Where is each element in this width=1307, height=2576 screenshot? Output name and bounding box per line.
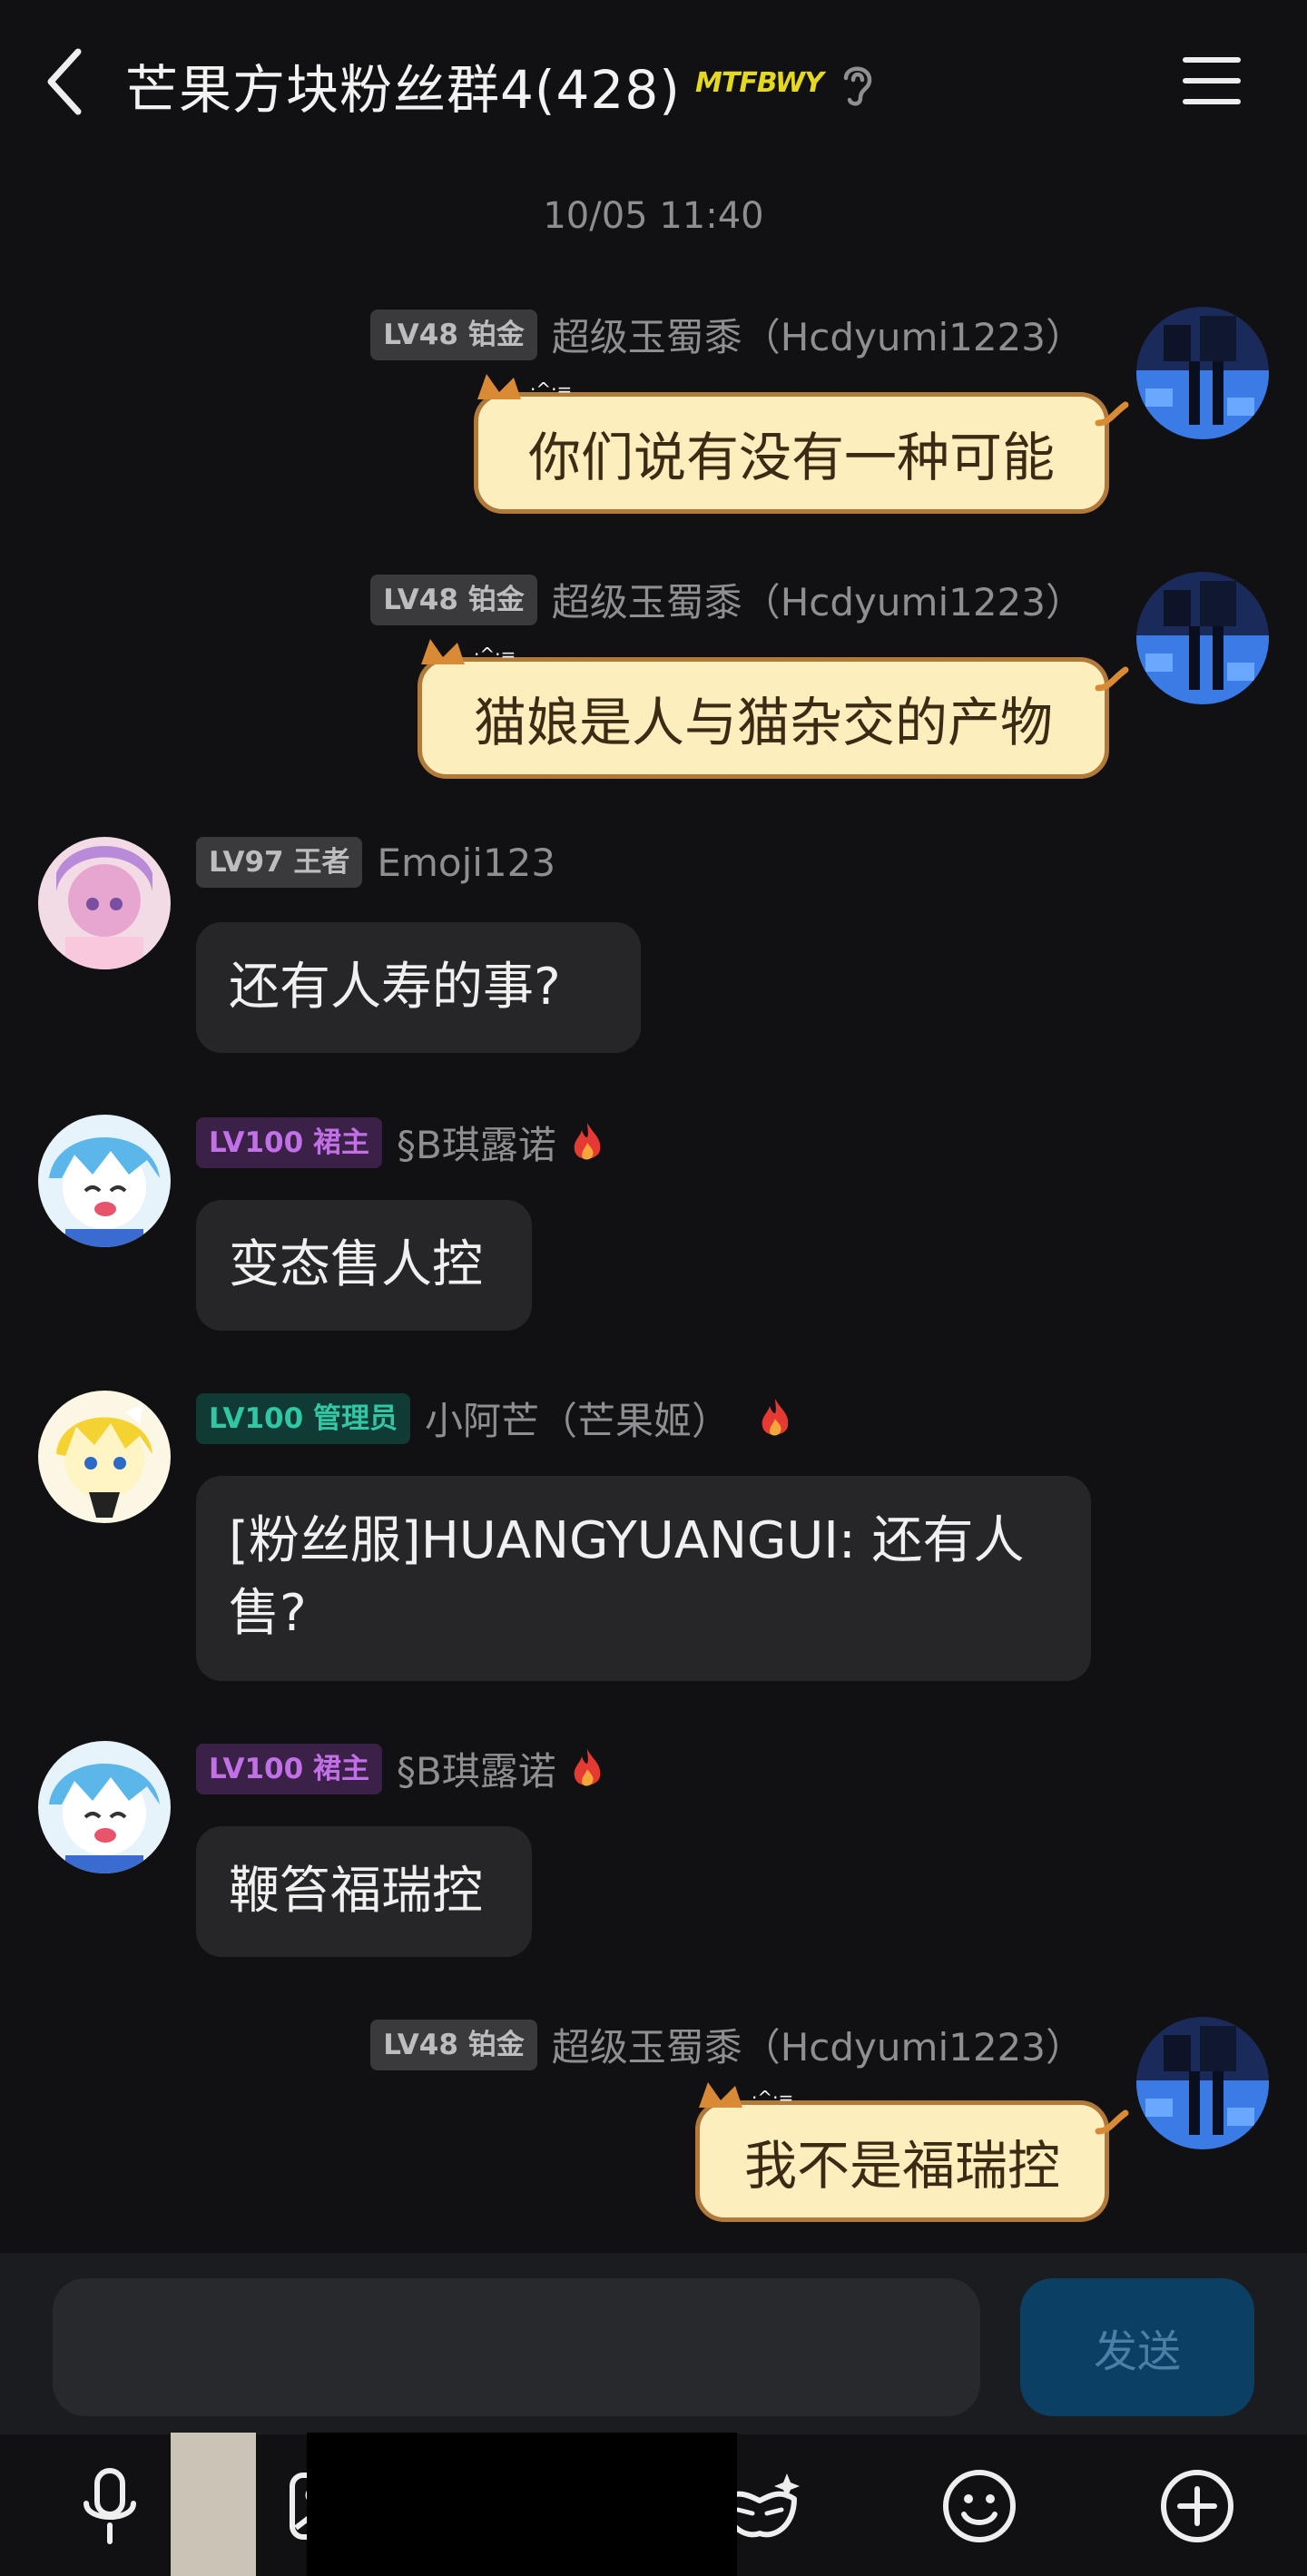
level-badge: LV48 铂金: [370, 309, 537, 360]
sender-name[interactable]: 超级玉蜀黍（Hcdyumi1223）: [552, 2017, 1084, 2072]
message-header: LV48 铂金 超级玉蜀黍（Hcdyumi1223）: [370, 2017, 1084, 2072]
message-input[interactable]: [53, 2278, 980, 2416]
message-header: LV100 裙主 §B琪露诺: [196, 1115, 605, 1170]
message-timestamp: 10/05 11:40: [543, 195, 764, 237]
message-text: 你们说有没有一种可能: [527, 427, 1055, 488]
level-badge: LV100 裙主: [196, 1743, 382, 1794]
overlay-strip: [171, 2433, 256, 2576]
message-text: 我不是福瑞控: [743, 2135, 1060, 2197]
redaction-block: [307, 2433, 737, 2576]
sender-name[interactable]: 小阿芒（芒果姬）: [425, 1391, 730, 1446]
page-title[interactable]: 芒果方块粉丝群4(428): [125, 47, 681, 123]
avatar[interactable]: [1136, 2017, 1269, 2149]
message-text: [粉丝服]HUANGYUANGUI: 还有人售?: [229, 1511, 1025, 1643]
message-header: LV97 王者 Emoji123: [196, 837, 555, 888]
back-button[interactable]: [36, 41, 100, 123]
message-bubble[interactable]: 鞭笞福瑞控: [196, 1826, 532, 1957]
message-text: 猫娘是人与猫杂交的产物: [473, 692, 1053, 753]
message-bubble[interactable]: ·^·= 你们说有没有一种可能: [474, 374, 1129, 514]
sender-name[interactable]: 超级玉蜀黍（Hcdyumi1223）: [552, 572, 1084, 627]
group-badge: MTFBWY: [695, 67, 824, 99]
composer-bar: 发送: [0, 2253, 1307, 2434]
emoji-icon: [943, 2470, 1016, 2542]
sender-name[interactable]: §B琪露诺: [397, 1115, 556, 1170]
fire-icon: [574, 1122, 601, 1159]
message-bubble[interactable]: ·^·= 猫娘是人与猫杂交的产物: [418, 639, 1129, 779]
message-header: LV100 管理员 小阿芒（芒果姬）: [196, 1391, 793, 1446]
message-text: 鞭笞福瑞控: [229, 1862, 483, 1921]
level-badge: LV48 铂金: [370, 574, 537, 625]
hamburger-menu-icon: [1183, 57, 1241, 104]
emoji-button[interactable]: [929, 2456, 1029, 2556]
message-header: LV100 裙主 §B琪露诺: [196, 1741, 605, 1796]
avatar[interactable]: [38, 837, 171, 969]
message-bubble[interactable]: 变态售人控: [196, 1200, 532, 1331]
plus-icon: [1161, 2470, 1233, 2542]
message-bubble[interactable]: ·^·= 我不是福瑞控: [695, 2082, 1129, 2222]
message-text: 还有人寿的事?: [229, 958, 561, 1017]
avatar[interactable]: [38, 1115, 171, 1247]
fire-icon: [762, 1398, 789, 1435]
avatar[interactable]: [1136, 572, 1269, 704]
chat-header: 芒果方块粉丝群4(428) MTFBWY: [0, 0, 1307, 163]
message-header: LV48 铂金 超级玉蜀黍（Hcdyumi1223）: [370, 307, 1084, 362]
level-badge: LV97 王者: [196, 837, 363, 888]
message-bubble[interactable]: [粉丝服]HUANGYUANGUI: 还有人售?: [196, 1476, 1091, 1681]
sender-name[interactable]: 超级玉蜀黍（Hcdyumi1223）: [552, 307, 1084, 362]
sender-name[interactable]: Emoji123: [377, 841, 555, 885]
message-header: LV48 铂金 超级玉蜀黍（Hcdyumi1223）: [370, 572, 1084, 627]
ear-icon[interactable]: [835, 58, 880, 109]
menu-button[interactable]: [1180, 53, 1243, 109]
level-badge: LV48 铂金: [370, 2019, 537, 2070]
message-text: 变态售人控: [229, 1235, 483, 1294]
message-bubble[interactable]: 还有人寿的事?: [196, 922, 641, 1053]
voice-button[interactable]: [60, 2456, 160, 2556]
sender-name[interactable]: §B琪露诺: [397, 1741, 556, 1796]
more-button[interactable]: [1147, 2456, 1247, 2556]
fire-icon: [574, 1748, 601, 1785]
avatar[interactable]: [38, 1741, 171, 1873]
chevron-left-icon: [47, 48, 82, 115]
avatar[interactable]: [38, 1391, 171, 1523]
mic-icon: [84, 2468, 136, 2544]
avatar[interactable]: [1136, 307, 1269, 439]
level-badge: LV100 裙主: [196, 1116, 382, 1168]
level-badge: LV100 管理员: [196, 1392, 410, 1444]
send-button[interactable]: 发送: [1020, 2278, 1254, 2416]
